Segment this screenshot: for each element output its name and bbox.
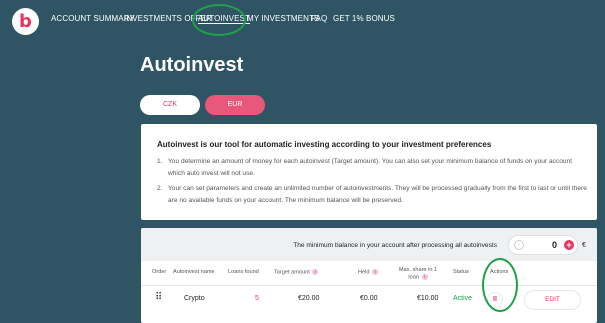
cell-held: €0.00 [360, 295, 378, 302]
highlight-circle-actions [482, 258, 518, 312]
currency-eur-button[interactable]: EUR [205, 95, 265, 115]
header-autoinvest-name: Autoinvest name [173, 269, 215, 275]
info-card: Autoinvest is our tool for automatic inv… [141, 124, 597, 220]
top-navigation: b ACCOUNT SUMMARY INVESTMENTS OFFER AUTO… [0, 0, 605, 38]
header-status: Status [453, 269, 469, 275]
info-point: 2. Your can set parameters and create an… [157, 183, 587, 207]
info-list: 1. You determine an amount of money for … [157, 156, 587, 210]
cell-target-amount: €20.00 [298, 295, 320, 302]
cell-autoinvest-name: Crypto [184, 295, 205, 302]
nav-my-investments[interactable]: MY INVESTMENTS [247, 14, 319, 23]
info-icon[interactable]: i [421, 274, 428, 280]
autoinvest-table-card: The minimum balance in your account afte… [141, 228, 597, 323]
minimum-balance-bar: The minimum balance in your account afte… [141, 228, 597, 261]
header-max-share-line1: Max. share in 1 [398, 267, 438, 273]
drag-handle-icon[interactable]: ⠿ [155, 293, 162, 303]
info-point: 1. You determine an amount of money for … [157, 156, 587, 180]
header-target-amount: Target amount i [274, 269, 319, 276]
edit-button[interactable]: EDIT [524, 290, 581, 310]
header-held-label: Held [358, 269, 370, 276]
cell-max-share: €10.00 [417, 295, 439, 302]
header-max-share-line2: loan [408, 274, 419, 281]
minimum-balance-value[interactable]: 0 [529, 240, 557, 250]
header-target-amount-label: Target amount [274, 269, 310, 276]
nav-faq[interactable]: FAQ [311, 14, 327, 23]
minimum-balance-label: The minimum balance in your account afte… [293, 242, 497, 249]
info-point-text: You determine an amount of money for eac… [168, 158, 573, 177]
page-title: Autoinvest [140, 54, 244, 76]
header-loans-found: Loans found [228, 269, 259, 275]
cell-loans-found[interactable]: 5 [255, 295, 259, 302]
info-point-number: 2. [157, 185, 163, 192]
plus-icon[interactable]: + [564, 240, 574, 250]
info-point-number: 1. [157, 158, 163, 165]
header-held: Held i [358, 269, 379, 276]
minimum-balance-stepper[interactable]: - 0 + [508, 235, 578, 255]
minimum-balance-currency: € [582, 242, 586, 249]
info-heading: Autoinvest is our tool for automatic inv… [157, 140, 492, 149]
nav-get-bonus[interactable]: GET 1% BONUS [333, 14, 395, 23]
info-point-text: Your can set parameters and create an un… [168, 185, 587, 204]
logo-letter: b [19, 11, 32, 32]
minus-icon[interactable]: - [514, 240, 524, 250]
info-icon[interactable]: i [372, 269, 379, 275]
currency-czk-button[interactable]: CZK [140, 95, 200, 115]
nav-account-summary[interactable]: ACCOUNT SUMMARY [51, 14, 135, 23]
info-icon[interactable]: i [312, 269, 319, 275]
logo[interactable]: b [12, 8, 39, 35]
row-divider [141, 285, 597, 286]
cell-status: Active [453, 295, 473, 302]
highlight-circle-nav [192, 4, 246, 36]
header-max-share: Max. share in 1 loan i [397, 267, 439, 281]
header-order: Order [152, 269, 167, 275]
